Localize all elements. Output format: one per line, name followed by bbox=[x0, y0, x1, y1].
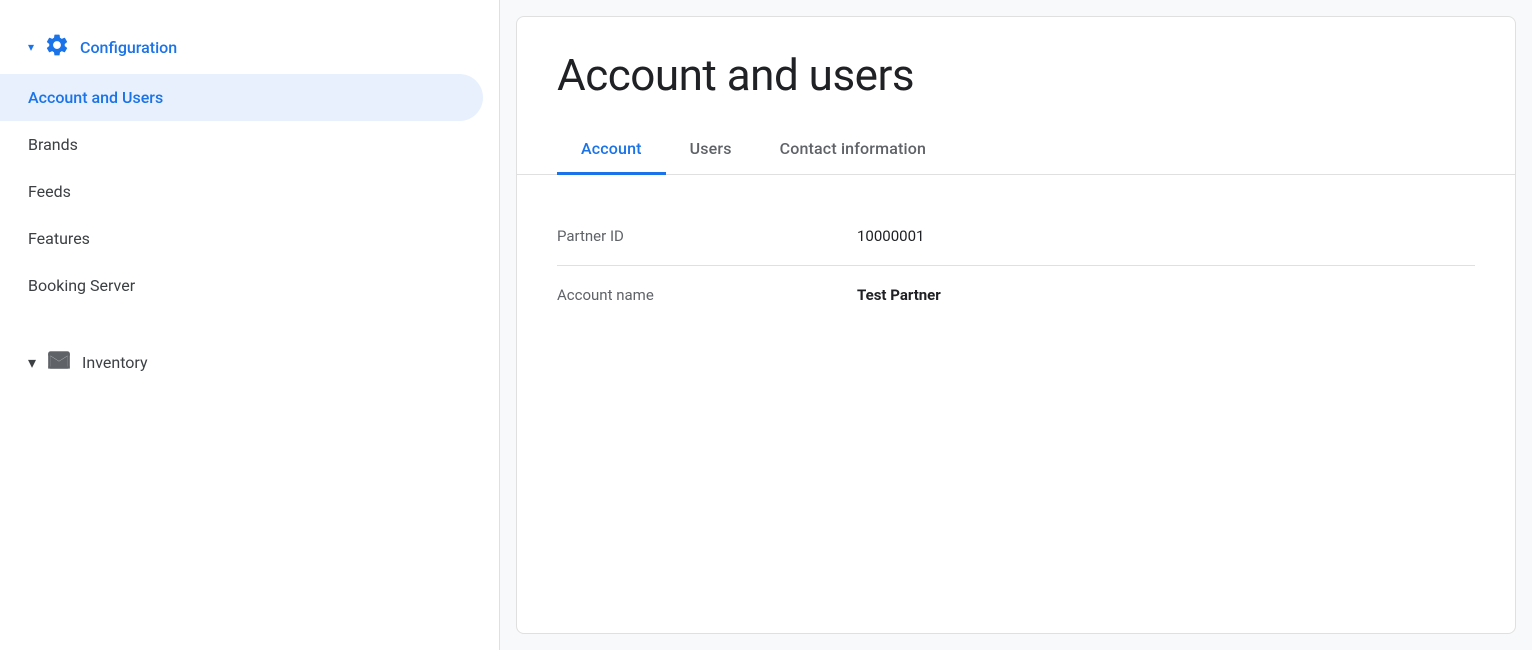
sidebar-item-account-and-users[interactable]: Account and Users bbox=[0, 74, 483, 121]
chevron-down-icon: ▾ bbox=[28, 40, 34, 54]
partner-id-row: Partner ID 10000001 bbox=[557, 207, 1475, 266]
sidebar: ▾ Configuration Account and Users Brands… bbox=[0, 0, 500, 650]
sidebar-item-brands[interactable]: Brands bbox=[0, 121, 499, 168]
partner-id-label: Partner ID bbox=[557, 227, 857, 245]
content-area: Partner ID 10000001 Account name Test Pa… bbox=[517, 175, 1515, 633]
sidebar-item-label: Account and Users bbox=[28, 88, 163, 107]
gear-icon bbox=[44, 32, 70, 62]
sidebar-config-label: Configuration bbox=[80, 38, 177, 57]
sidebar-inventory-section[interactable]: ▾ Inventory bbox=[0, 333, 499, 391]
account-name-value: Test Partner bbox=[857, 286, 941, 304]
sidebar-item-feeds[interactable]: Feeds bbox=[0, 168, 499, 215]
partner-id-value: 10000001 bbox=[857, 227, 924, 245]
sidebar-item-label: Features bbox=[28, 229, 90, 248]
tab-users[interactable]: Users bbox=[666, 125, 756, 175]
sidebar-inventory-label: Inventory bbox=[82, 353, 148, 372]
account-name-row: Account name Test Partner bbox=[557, 266, 1475, 324]
chevron-down-icon: ▾ bbox=[28, 353, 36, 372]
store-icon bbox=[46, 347, 72, 377]
tab-contact-information[interactable]: Contact information bbox=[756, 125, 950, 175]
sidebar-item-booking-server[interactable]: Booking Server bbox=[0, 262, 499, 309]
sidebar-item-label: Feeds bbox=[28, 182, 71, 201]
sidebar-item-features[interactable]: Features bbox=[0, 215, 499, 262]
tab-account[interactable]: Account bbox=[557, 125, 666, 175]
sidebar-item-label: Booking Server bbox=[28, 276, 135, 295]
tabs-bar: Account Users Contact information bbox=[517, 125, 1515, 175]
page-title-area: Account and users bbox=[517, 17, 1515, 125]
page-title: Account and users bbox=[557, 49, 1475, 101]
main-content: Account and users Account Users Contact … bbox=[516, 16, 1516, 634]
sidebar-configuration-section[interactable]: ▾ Configuration bbox=[0, 20, 499, 74]
sidebar-item-label: Brands bbox=[28, 135, 78, 154]
account-name-label: Account name bbox=[557, 286, 857, 304]
